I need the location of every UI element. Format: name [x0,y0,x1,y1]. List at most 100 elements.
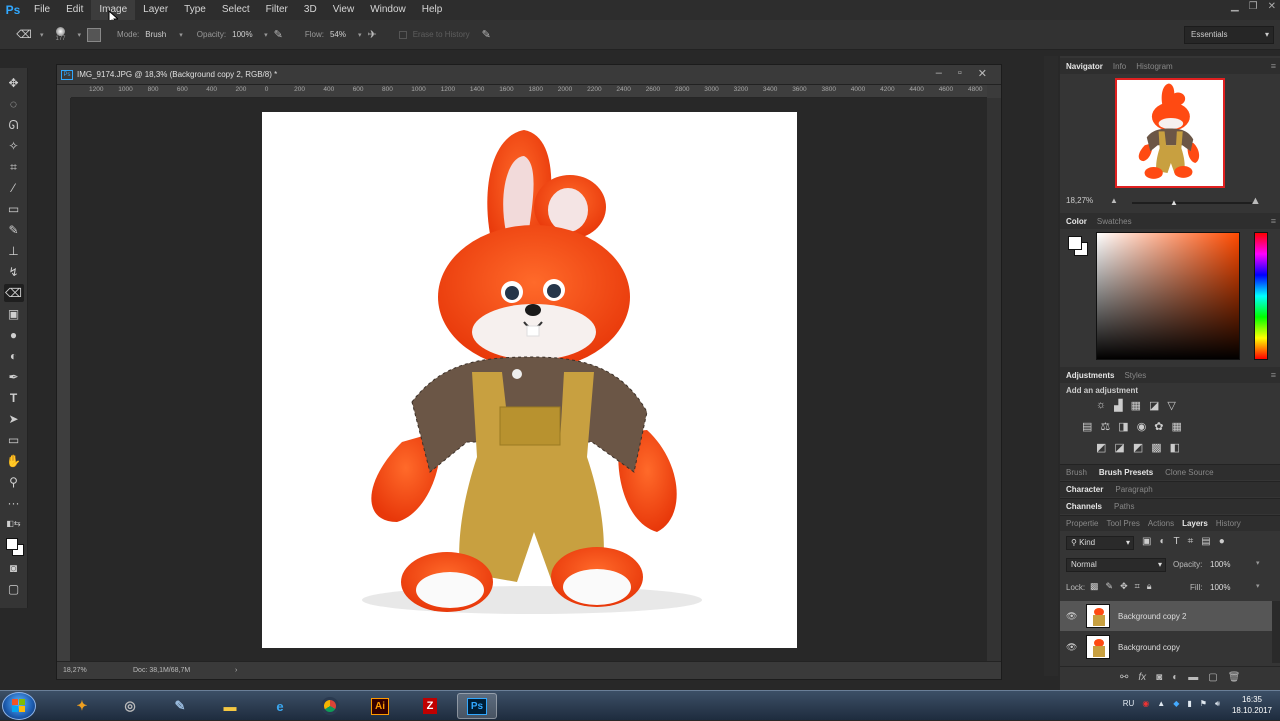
hue-slider[interactable] [1254,232,1268,360]
chevron-down-icon[interactable]: ▾ [1256,582,1260,590]
clock[interactable]: 16:35 18.10.2017 [1232,694,1272,716]
color-swatches[interactable] [4,536,24,556]
marquee-tool-icon[interactable]: ◌ [4,95,24,113]
filter-toggle-icon[interactable]: ● [1219,536,1225,547]
eyedropper-tool-icon[interactable]: ⁄ [4,179,24,197]
maximize-icon[interactable]: ▫ [958,67,962,80]
path-select-tool-icon[interactable]: ➤ [4,410,24,428]
foreground-color-swatch[interactable] [1068,236,1082,250]
horizontal-ruler[interactable]: 1200 1000 800 600 400 200 0 200 400 600 800 1000 120… [71,85,987,98]
flag-icon[interactable]: ⚑ [1200,699,1207,709]
photo-filter-icon[interactable]: ◉ [1137,420,1147,433]
zoom-in-icon[interactable]: ▲ [1250,195,1261,207]
restore-icon[interactable]: ❐ [1249,1,1258,12]
menu-3d[interactable]: 3D [296,0,325,20]
status-menu-arrow-icon[interactable]: › [235,667,237,674]
shape-filter-icon[interactable]: ⌗ [1188,536,1194,547]
start-button[interactable] [2,692,36,720]
layer-kind-filter[interactable]: ⚲ Kind ▾ [1066,536,1134,550]
lasso-tool-icon[interactable]: ᘏ [4,116,24,134]
layer-mask-icon[interactable]: ◙ [1156,672,1162,683]
tab-channels[interactable]: Channels [1066,502,1102,511]
menu-view[interactable]: View [325,0,363,20]
more-tools-icon[interactable]: ··· [4,494,24,512]
menu-type[interactable]: Type [176,0,214,20]
pressure-opacity-icon[interactable]: ✎ [274,28,283,41]
opacity-input[interactable]: 100% [232,30,258,39]
layer-style-icon[interactable]: fx [1138,672,1146,683]
levels-icon[interactable]: ▟ [1114,399,1122,412]
panel-menu-icon[interactable]: ≡ [1271,61,1276,71]
panel-menu-icon[interactable]: ≡ [1271,216,1276,226]
tab-color[interactable]: Color [1066,217,1087,226]
lock-artboard-icon[interactable]: ⌗ [1135,581,1140,592]
taskbar-filezilla[interactable]: Z [410,693,450,719]
curves-icon[interactable]: ▦ [1131,399,1141,412]
chevron-down-icon[interactable]: ▾ [358,31,362,39]
chevron-down-icon[interactable]: ▾ [264,31,268,39]
hand-tool-icon[interactable]: ✋ [4,452,24,470]
fill-input[interactable]: 100% [1210,583,1230,592]
selective-color-icon[interactable]: ◧ [1170,441,1180,454]
antivirus-icon[interactable]: ◉ [1142,699,1149,709]
color-balance-icon[interactable]: ⚖ [1100,420,1110,433]
tab-paths[interactable]: Paths [1114,502,1134,511]
invert-icon[interactable]: ◩ [1096,441,1106,454]
new-adjustment-icon[interactable]: ◐ [1172,672,1178,683]
taskbar-explorer[interactable]: ▬ [210,693,250,719]
stamp-tool-icon[interactable]: ⊥ [4,242,24,260]
shield-icon[interactable]: ◆ [1173,699,1179,709]
quick-mask-icon[interactable]: ◙ [4,559,24,577]
move-tool-icon[interactable]: ✥ [4,74,24,92]
mode-select[interactable]: Brush [145,30,173,39]
airbrush-icon[interactable]: ✈ [368,28,377,41]
brush-panel-toggle-icon[interactable] [87,27,102,42]
lock-all-icon[interactable]: 🔒︎ [1147,581,1152,592]
tab-paragraph[interactable]: Paragraph [1115,485,1152,494]
close-icon[interactable]: ✕ [1268,1,1276,12]
lock-transparent-icon[interactable]: ▩ [1090,581,1099,592]
vibrance-icon[interactable]: ▽ [1167,399,1175,412]
tab-properties[interactable]: Propertie [1066,519,1098,528]
eraser-tool-preset-icon[interactable]: ⌫ [14,26,34,44]
navigator-zoom-slider[interactable]: ▲ [1132,198,1252,207]
tab-navigator[interactable]: Navigator [1066,62,1103,71]
healing-tool-icon[interactable]: ▭ [4,200,24,218]
hue-saturation-icon[interactable]: ▤ [1082,420,1092,433]
new-group-icon[interactable]: ▬ [1188,672,1198,683]
tab-info[interactable]: Info [1113,62,1126,71]
tab-swatches[interactable]: Swatches [1097,217,1132,226]
menu-filter[interactable]: Filter [258,0,296,20]
threshold-icon[interactable]: ◩ [1133,441,1143,454]
vertical-ruler[interactable] [57,98,71,666]
layer-row[interactable]: 👁︎ Background copy 2 [1060,601,1272,631]
blur-tool-icon[interactable]: ● [4,326,24,344]
volume-icon[interactable]: 🔊︎ [1215,699,1220,709]
tab-histogram[interactable]: Histogram [1136,62,1172,71]
status-doc-size[interactable]: Doc: 38,1M/68,7M [133,667,235,674]
adjustment-filter-icon[interactable]: ◐ [1159,536,1165,547]
tab-brush[interactable]: Brush [1066,468,1087,477]
flow-input[interactable]: 54% [330,30,352,39]
image-canvas[interactable] [262,112,797,648]
navigator-zoom[interactable]: 18,27% [1066,196,1093,205]
gradient-tool-icon[interactable]: ▣ [4,305,24,323]
delete-layer-icon[interactable]: 🗑︎ [1228,672,1241,683]
quick-select-tool-icon[interactable]: ✧ [4,137,24,155]
vertical-scrollbar[interactable] [987,98,1001,666]
exposure-icon[interactable]: ◪ [1149,399,1159,412]
document-tab[interactable]: Ps IMG_9174.JPG @ 18,3% (Background copy… [57,65,1001,85]
minimize-icon[interactable]: – [936,67,942,80]
tab-actions[interactable]: Actions [1148,519,1174,528]
zoom-out-icon[interactable]: ▲ [1110,196,1118,205]
new-layer-icon[interactable]: ▢ [1208,672,1217,683]
tab-tool-presets[interactable]: Tool Pres [1106,519,1139,528]
blend-mode-select[interactable]: Normal ▾ [1066,558,1166,572]
canvas-area[interactable] [71,98,987,666]
layers-scrollbar[interactable] [1272,601,1280,663]
taskbar-ie[interactable]: e [260,693,300,719]
foreground-color-swatch[interactable] [5,538,18,550]
taskbar-app-1[interactable]: ✦ [62,693,102,719]
smart-object-filter-icon[interactable]: ▤ [1201,536,1210,547]
taskbar-app-2[interactable]: ◎ [110,693,150,719]
